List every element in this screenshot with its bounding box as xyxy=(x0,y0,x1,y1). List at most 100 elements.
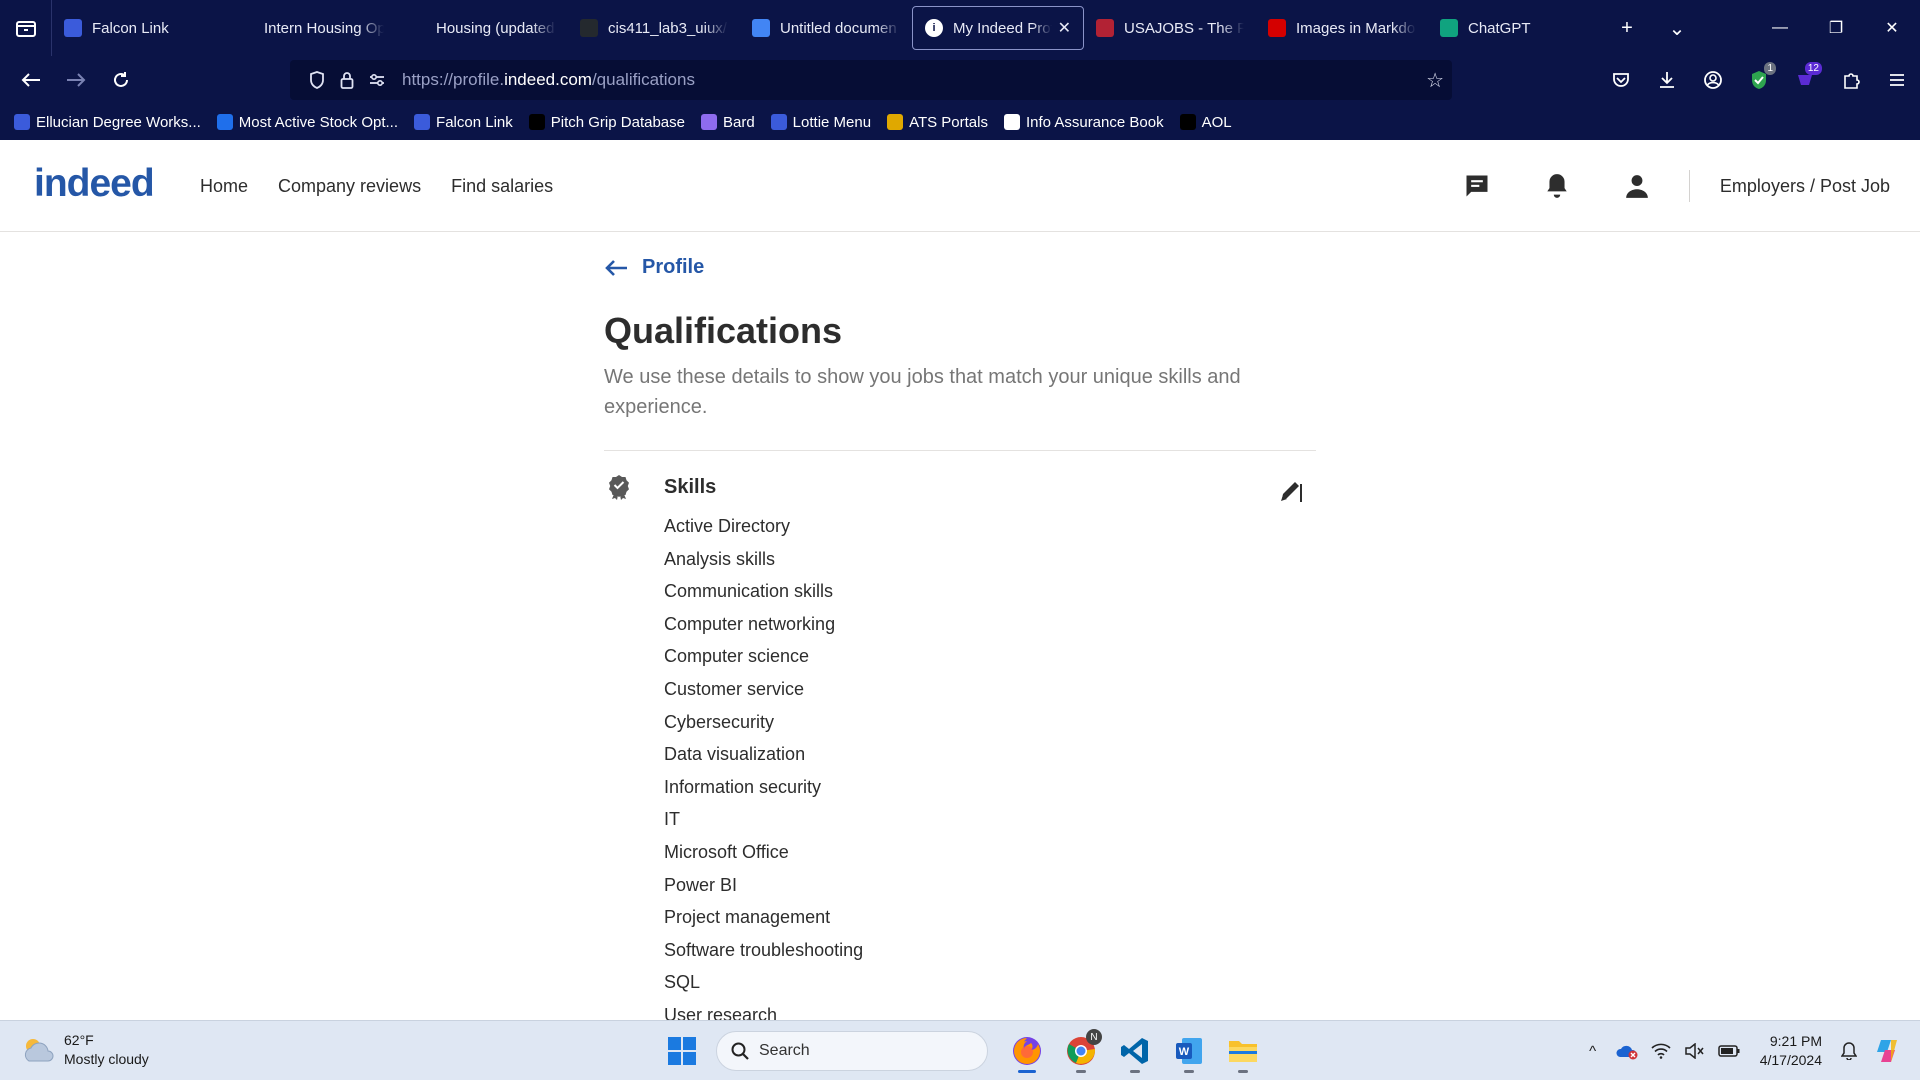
taskbar-file-explorer[interactable] xyxy=(1216,1029,1270,1073)
taskbar-center: Search N W xyxy=(660,1029,1270,1073)
taskbar-search[interactable]: Search xyxy=(716,1031,988,1071)
bookmark-item[interactable]: Most Active Stock Opt... xyxy=(216,114,398,131)
skill-item: Project management xyxy=(664,907,831,928)
tab-title: USAJOBS - The Fe xyxy=(1124,19,1244,37)
purple-extension-button[interactable]: 12 xyxy=(1782,56,1828,104)
bookmark-label: Info Assurance Book xyxy=(1025,113,1164,131)
section-divider xyxy=(604,450,1316,451)
browser-tab[interactable]: Falcon Link xyxy=(52,6,224,50)
forward-button[interactable] xyxy=(53,60,98,100)
edit-skills-button[interactable] xyxy=(1276,476,1306,506)
notifications-button[interactable] xyxy=(1517,140,1597,232)
onedrive-button[interactable] xyxy=(1610,1042,1644,1060)
nav-home[interactable]: Home xyxy=(200,176,248,197)
bookmark-favicon-icon xyxy=(887,114,904,130)
back-link-label: Profile xyxy=(642,256,705,278)
battery-icon xyxy=(1717,1045,1740,1057)
tab-title: cis411_lab3_uiux/ xyxy=(608,19,727,37)
bookmark-item[interactable]: Pitch Grip Database xyxy=(528,113,685,131)
bookmark-item[interactable]: ATS Portals xyxy=(887,114,988,131)
tab-title: Intern Housing Oppor xyxy=(264,19,384,37)
shield-extension-button[interactable]: 1 xyxy=(1736,56,1782,104)
new-tab-button[interactable]: + xyxy=(1602,0,1652,56)
browser-tab[interactable]: Untitled documen xyxy=(740,6,912,50)
copilot-icon xyxy=(1877,1040,1897,1062)
chrome-profile-badge: N xyxy=(1086,1029,1102,1045)
shield-icon[interactable] xyxy=(302,71,332,89)
restore-button[interactable]: ❐ xyxy=(1808,0,1864,56)
list-all-tabs-button[interactable]: ⌄ xyxy=(1652,0,1702,56)
taskbar-firefox[interactable] xyxy=(1000,1029,1054,1073)
bell-icon xyxy=(1547,174,1567,198)
search-placeholder: Search xyxy=(759,1042,810,1059)
browser-tab[interactable]: Housing (updated 4.8 xyxy=(396,6,568,50)
nav-company-reviews[interactable]: Company reviews xyxy=(278,176,421,197)
browser-tab[interactable]: USAJOBS - The Fe xyxy=(1084,6,1256,50)
bookmark-item[interactable]: Bard xyxy=(700,114,755,131)
browser-tab[interactable]: Images in Markdo xyxy=(1256,6,1428,50)
copilot-button[interactable] xyxy=(1866,1036,1910,1066)
svg-text:W: W xyxy=(1179,1046,1190,1058)
volume-button[interactable] xyxy=(1678,1043,1712,1059)
taskbar-chrome[interactable]: N xyxy=(1054,1029,1108,1073)
search-icon xyxy=(731,1042,749,1060)
bookmark-label: Lottie Menu xyxy=(792,113,872,131)
battery-button[interactable] xyxy=(1712,1045,1746,1057)
bookmark-item[interactable]: AOL xyxy=(1179,114,1232,131)
windows-logo-icon xyxy=(668,1037,696,1065)
browser-tab[interactable]: cis411_lab3_uiux/ xyxy=(568,6,740,50)
clock[interactable]: 9:21 PM 4/17/2024 xyxy=(1760,1032,1822,1070)
profile-button[interactable] xyxy=(1597,140,1677,232)
nav-find-salaries[interactable]: Find salaries xyxy=(451,176,553,197)
weather-temperature: 62°F xyxy=(64,1032,94,1048)
account-button[interactable] xyxy=(1690,56,1736,104)
browser-tab[interactable]: Intern Housing Oppor xyxy=(224,6,396,50)
show-hidden-icons-button[interactable]: ^ xyxy=(1576,1043,1610,1060)
extension-glyph-icon xyxy=(1798,75,1812,85)
bookmark-star-icon[interactable]: ☆ xyxy=(1426,68,1444,93)
tab-bar-controls: + ⌄ — ❐ ✕ xyxy=(1602,0,1920,56)
bookmark-item[interactable]: Lottie Menu xyxy=(770,113,872,131)
taskbar-word[interactable]: W xyxy=(1162,1029,1216,1073)
bookmark-item[interactable]: Info Assurance Book xyxy=(1003,113,1164,131)
close-tab-icon[interactable]: ✕ xyxy=(1058,18,1071,38)
back-button[interactable] xyxy=(8,60,53,100)
messages-button[interactable] xyxy=(1437,140,1517,232)
wifi-button[interactable] xyxy=(1644,1043,1678,1059)
downloads-button[interactable] xyxy=(1644,56,1690,104)
weather-widget[interactable]: 62°F Mostly cloudy xyxy=(20,1031,149,1069)
menu-button[interactable] xyxy=(1874,56,1920,104)
url-text[interactable]: https://profile.indeed.com/qualification… xyxy=(402,70,695,90)
notification-center-button[interactable] xyxy=(1832,1042,1866,1060)
minimize-button[interactable]: — xyxy=(1752,0,1808,56)
header-actions: Employers / Post Job xyxy=(1437,140,1920,232)
back-to-profile-link[interactable]: Profile xyxy=(604,256,704,279)
bookmark-label: Falcon Link xyxy=(436,113,513,131)
indeed-logo[interactable]: indeed xyxy=(34,162,155,206)
tab-list-button[interactable] xyxy=(0,0,52,56)
flag-icon xyxy=(1096,19,1114,37)
download-icon xyxy=(1660,72,1674,88)
bookmark-label: Pitch Grip Database xyxy=(550,113,685,131)
reload-button[interactable] xyxy=(98,60,143,100)
employers-post-job-link[interactable]: Employers / Post Job xyxy=(1720,176,1890,197)
bookmark-item[interactable]: Falcon Link xyxy=(414,114,513,131)
award-badge-icon xyxy=(608,474,630,505)
start-button[interactable] xyxy=(660,1029,704,1073)
browser-tab[interactable]: i My Indeed Prof ✕ xyxy=(912,6,1084,50)
address-bar[interactable]: https://profile.indeed.com/qualification… xyxy=(290,60,1452,100)
browser-tab[interactable]: ChatGPT xyxy=(1428,6,1600,50)
extensions-button[interactable] xyxy=(1828,56,1874,104)
tab-title: Falcon Link xyxy=(92,19,169,37)
windows-taskbar: 62°F Mostly cloudy Search N W ^ 9:21 PM … xyxy=(0,1020,1920,1080)
permissions-icon[interactable] xyxy=(362,73,392,87)
tab-title: ChatGPT xyxy=(1468,19,1531,37)
toolbar-extensions: 1 12 xyxy=(1598,56,1920,104)
skill-item: Software troubleshooting xyxy=(664,939,864,960)
lock-icon[interactable] xyxy=(332,71,362,89)
docs-icon xyxy=(752,19,770,37)
taskbar-vscode[interactable] xyxy=(1108,1029,1162,1073)
close-window-button[interactable]: ✕ xyxy=(1864,0,1920,56)
pocket-button[interactable] xyxy=(1598,56,1644,104)
bookmark-item[interactable]: Ellucian Degree Works... xyxy=(14,114,201,131)
